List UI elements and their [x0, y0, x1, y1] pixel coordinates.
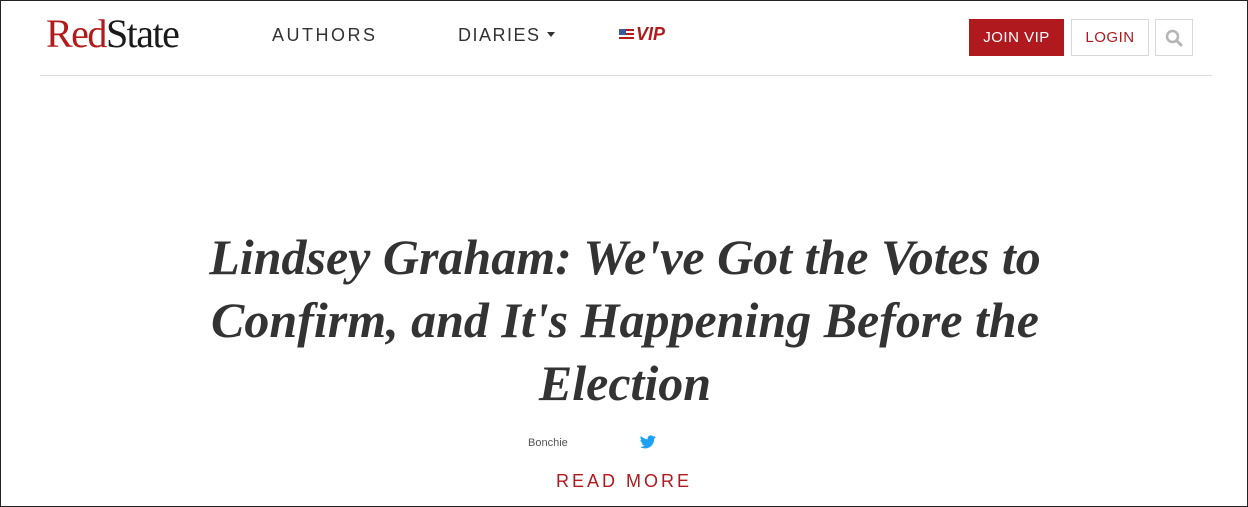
- site-header: RedState AUTHORS DIARIES VIP JOIN VIP LO…: [40, 0, 1212, 76]
- caret-down-icon: [546, 31, 555, 37]
- search-icon: [1165, 29, 1183, 46]
- search-button[interactable]: [1155, 19, 1193, 56]
- nav-diaries[interactable]: DIARIES: [458, 24, 555, 46]
- site-logo[interactable]: RedState: [46, 10, 180, 58]
- flag-icon: [619, 29, 634, 40]
- join-vip-button[interactable]: JOIN VIP: [969, 19, 1064, 56]
- author-name[interactable]: Bonchie: [528, 436, 568, 450]
- logo-red: Red: [46, 11, 107, 56]
- nav-diaries-label: DIARIES: [458, 25, 541, 45]
- nav-vip-label: VIP: [636, 24, 666, 44]
- article-title[interactable]: Lindsey Graham: We've Got the Votes to C…: [120, 226, 1130, 415]
- twitter-link[interactable]: [640, 435, 656, 449]
- nav-vip[interactable]: VIP: [619, 23, 665, 45]
- nav-authors[interactable]: AUTHORS: [272, 24, 378, 46]
- read-more-link[interactable]: READ MORE: [0, 470, 1248, 492]
- logo-state: State: [105, 11, 180, 56]
- twitter-icon: [640, 435, 656, 449]
- login-button[interactable]: LOGIN: [1071, 19, 1149, 56]
